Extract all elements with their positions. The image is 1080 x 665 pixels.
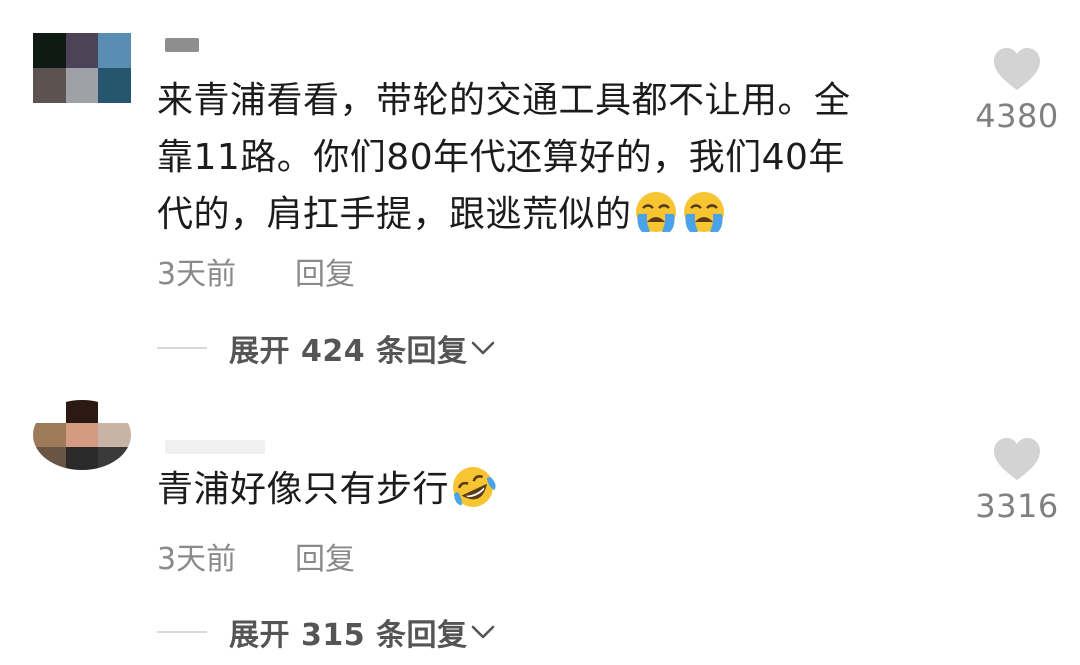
comment-line: 靠11路。你们80年代还算好的，我们40年	[157, 137, 845, 178]
comment-line: 青浦好像只有步行	[157, 469, 450, 510]
divider	[157, 631, 207, 633]
comment-item: 青浦好像只有步行 3天前 回复 展开 315 条回复 3316	[0, 380, 1080, 665]
heart-icon	[994, 48, 1040, 90]
reply-button[interactable]: 回复	[295, 534, 355, 578]
username[interactable]	[165, 38, 199, 52]
rolling-on-floor-laughing-icon	[453, 467, 496, 507]
reply-button[interactable]: 回复	[295, 249, 355, 293]
chevron-down-icon	[471, 625, 494, 639]
avatar[interactable]	[33, 33, 131, 103]
heart-icon	[994, 438, 1040, 480]
expand-replies-button[interactable]: 展开 424 条回复	[157, 326, 496, 370]
timestamp: 3天前	[157, 257, 237, 292]
like-button[interactable]: 3316	[962, 437, 1072, 525]
username[interactable]	[165, 440, 265, 454]
loudly-crying-face-icon	[635, 192, 676, 232]
like-count: 4380	[975, 97, 1059, 135]
avatar[interactable]	[33, 400, 131, 470]
timestamp: 3天前	[157, 542, 237, 577]
comment-meta: 3天前 回复	[157, 534, 355, 578]
like-button[interactable]: 4380	[962, 47, 1072, 135]
like-count: 3316	[975, 487, 1059, 525]
comment-item: 来青浦看看，带轮的交通工具都不让用。全 靠11路。你们80年代还算好的，我们40…	[0, 0, 1080, 380]
loudly-crying-face-icon	[683, 192, 724, 232]
comment-text: 来青浦看看，带轮的交通工具都不让用。全 靠11路。你们80年代还算好的，我们40…	[157, 72, 917, 243]
expand-replies-button[interactable]: 展开 315 条回复	[157, 610, 496, 654]
comment-text: 青浦好像只有步行	[157, 461, 917, 518]
expand-replies-label: 展开 315 条回复	[229, 618, 468, 653]
divider	[157, 347, 207, 349]
comment-line: 来青浦看看，带轮的交通工具都不让用。全	[157, 80, 851, 121]
chevron-down-icon	[471, 341, 494, 355]
comment-meta: 3天前 回复	[157, 249, 355, 293]
comment-line: 代的，肩扛手提，跟逃荒似的	[157, 194, 632, 235]
expand-replies-label: 展开 424 条回复	[229, 334, 468, 369]
